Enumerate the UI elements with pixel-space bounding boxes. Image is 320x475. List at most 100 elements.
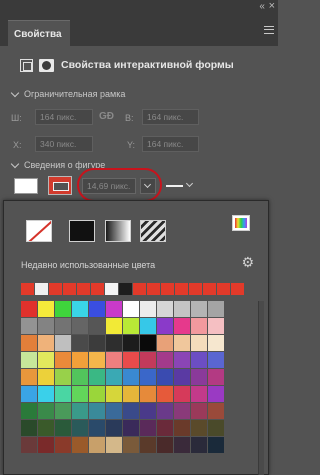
no-color-button[interactable] (26, 220, 52, 242)
color-swatch[interactable] (123, 318, 139, 334)
color-swatch[interactable] (21, 420, 37, 436)
recent-color-swatch[interactable] (189, 283, 202, 295)
color-swatch[interactable] (157, 369, 173, 385)
color-swatch[interactable] (140, 386, 156, 402)
color-swatch[interactable] (55, 318, 71, 334)
color-swatch[interactable] (123, 420, 139, 436)
color-swatch[interactable] (208, 301, 224, 317)
color-swatch[interactable] (157, 318, 173, 334)
recent-color-swatch[interactable] (231, 283, 244, 295)
color-swatch[interactable] (21, 352, 37, 368)
color-swatch[interactable] (72, 420, 88, 436)
color-swatch[interactable] (89, 403, 105, 419)
recent-color-swatch[interactable] (161, 283, 174, 295)
color-swatch[interactable] (38, 301, 54, 317)
recent-color-swatch[interactable] (77, 283, 90, 295)
color-swatch[interactable] (123, 335, 139, 351)
color-swatch[interactable] (89, 369, 105, 385)
stroke-type-dropdown[interactable] (166, 178, 196, 194)
color-swatch[interactable] (123, 301, 139, 317)
color-swatch[interactable] (89, 301, 105, 317)
recent-color-swatch[interactable] (91, 283, 104, 295)
color-swatch[interactable] (89, 318, 105, 334)
color-swatch[interactable] (106, 318, 122, 334)
recent-color-swatch[interactable] (133, 283, 146, 295)
color-swatch[interactable] (38, 403, 54, 419)
link-icon[interactable]: GÐ (99, 111, 114, 122)
color-swatch[interactable] (191, 369, 207, 385)
color-swatch[interactable] (157, 352, 173, 368)
color-swatch[interactable] (106, 420, 122, 436)
color-swatch[interactable] (72, 403, 88, 419)
color-swatch[interactable] (72, 369, 88, 385)
stroke-color-swatch[interactable] (48, 176, 72, 195)
color-swatch[interactable] (140, 318, 156, 334)
color-swatch[interactable] (140, 437, 156, 453)
color-swatch[interactable] (140, 369, 156, 385)
color-swatch[interactable] (157, 420, 173, 436)
color-swatch[interactable] (38, 386, 54, 402)
recent-color-swatch[interactable] (175, 283, 188, 295)
color-swatch[interactable] (174, 352, 190, 368)
color-swatch[interactable] (89, 386, 105, 402)
color-swatch[interactable] (191, 420, 207, 436)
color-swatch[interactable] (191, 318, 207, 334)
color-swatch[interactable] (140, 420, 156, 436)
color-swatch[interactable] (208, 369, 224, 385)
color-swatch[interactable] (72, 301, 88, 317)
color-swatch[interactable] (123, 437, 139, 453)
color-swatch[interactable] (106, 352, 122, 368)
recent-color-swatch[interactable] (105, 283, 118, 295)
color-swatch[interactable] (174, 369, 190, 385)
recent-color-swatch[interactable] (217, 283, 230, 295)
color-swatch[interactable] (55, 352, 71, 368)
recent-color-swatch[interactable] (49, 283, 62, 295)
color-swatch[interactable] (140, 335, 156, 351)
color-swatch[interactable] (55, 369, 71, 385)
color-swatch[interactable] (21, 403, 37, 419)
width-field[interactable]: 164 пикс. (35, 109, 93, 125)
color-swatch[interactable] (208, 403, 224, 419)
close-icon[interactable]: × (269, 0, 275, 12)
recent-color-swatch[interactable] (35, 283, 48, 295)
y-field[interactable]: 164 пикс. (142, 136, 199, 152)
color-swatch[interactable] (21, 437, 37, 453)
color-swatch[interactable] (140, 403, 156, 419)
mask-icon[interactable] (39, 58, 54, 72)
recent-color-swatch[interactable] (63, 283, 76, 295)
color-swatch[interactable] (38, 369, 54, 385)
color-swatch[interactable] (106, 301, 122, 317)
color-swatch[interactable] (21, 301, 37, 317)
solid-color-button[interactable] (69, 220, 95, 242)
color-swatch[interactable] (191, 386, 207, 402)
color-swatch[interactable] (72, 386, 88, 402)
color-swatch[interactable] (157, 386, 173, 402)
color-swatch[interactable] (55, 386, 71, 402)
color-swatch[interactable] (72, 352, 88, 368)
scrollbar[interactable] (258, 301, 264, 475)
color-swatch[interactable] (89, 335, 105, 351)
recent-color-swatch[interactable] (21, 283, 34, 295)
color-swatch[interactable] (140, 301, 156, 317)
color-swatch[interactable] (208, 352, 224, 368)
recent-color-swatch[interactable] (119, 283, 132, 295)
color-swatch[interactable] (55, 301, 71, 317)
color-swatch[interactable] (38, 352, 54, 368)
color-swatch[interactable] (123, 386, 139, 402)
color-swatch[interactable] (174, 301, 190, 317)
color-swatch[interactable] (123, 352, 139, 368)
color-swatch[interactable] (157, 301, 173, 317)
gradient-button[interactable] (105, 220, 131, 242)
color-swatch[interactable] (174, 386, 190, 402)
color-swatch[interactable] (174, 437, 190, 453)
color-picker-icon[interactable] (232, 215, 250, 231)
color-swatch[interactable] (72, 335, 88, 351)
color-swatch[interactable] (208, 335, 224, 351)
color-swatch[interactable] (21, 318, 37, 334)
color-swatch[interactable] (89, 352, 105, 368)
color-swatch[interactable] (208, 318, 224, 334)
panel-menu-icon[interactable] (264, 26, 274, 34)
color-swatch[interactable] (191, 301, 207, 317)
color-swatch[interactable] (21, 335, 37, 351)
color-swatch[interactable] (106, 335, 122, 351)
